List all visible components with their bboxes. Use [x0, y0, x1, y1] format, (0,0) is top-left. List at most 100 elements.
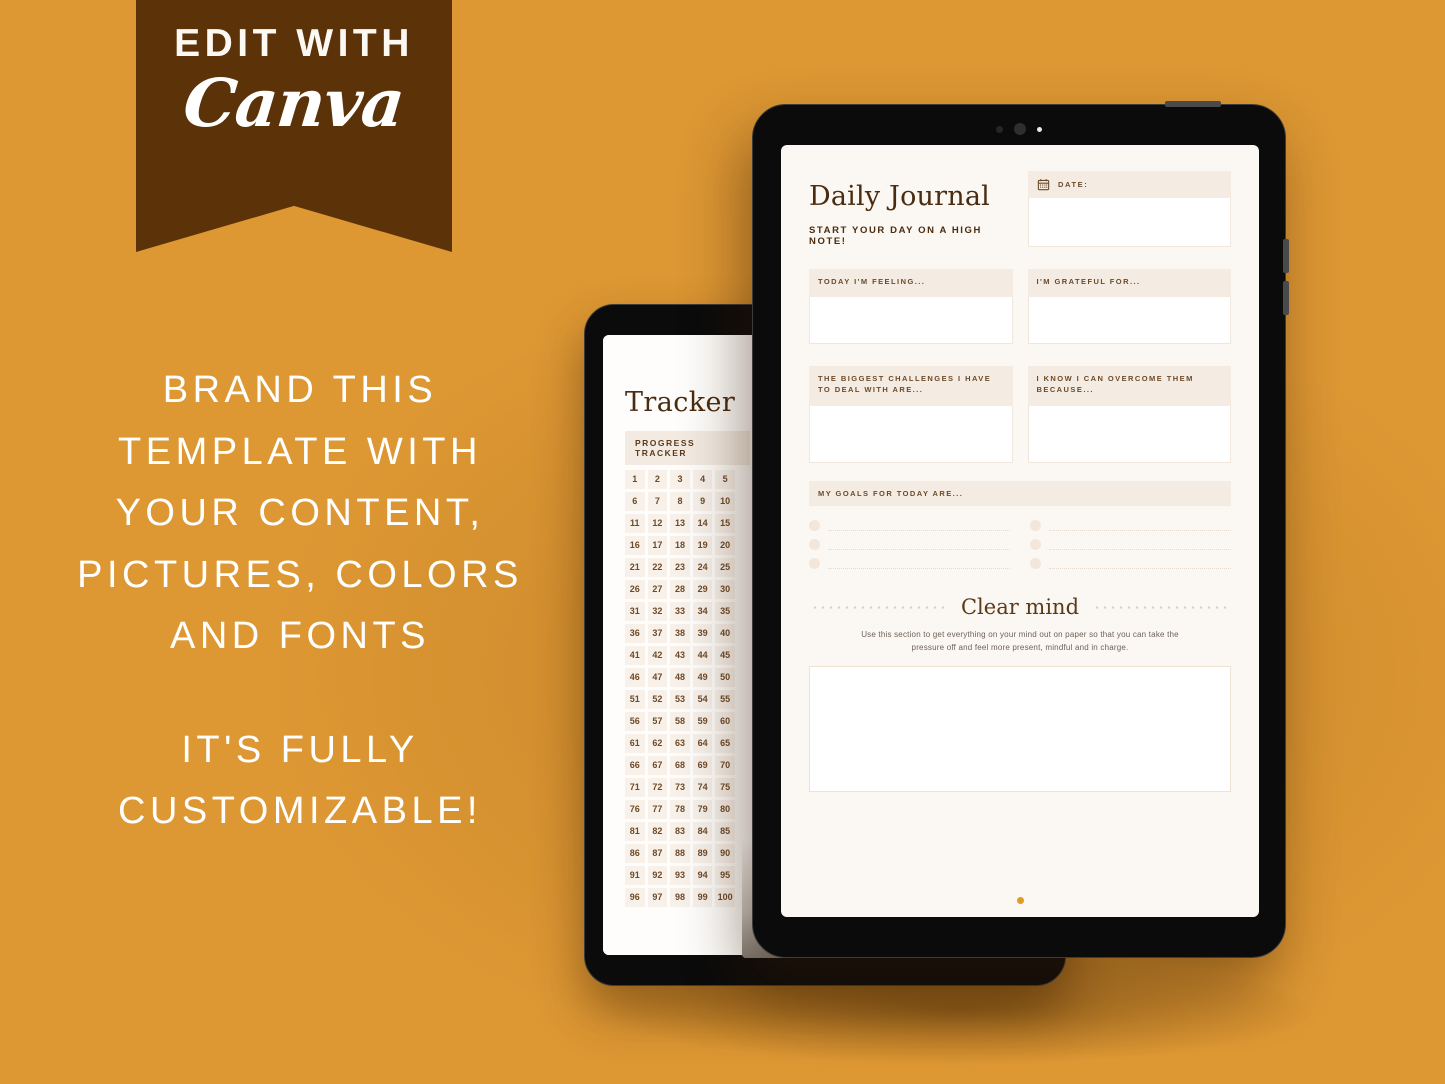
- date-field[interactable]: DATE:: [1028, 171, 1231, 247]
- tracker-cell[interactable]: 80: [715, 800, 735, 819]
- goal-input-line[interactable]: [1049, 540, 1231, 550]
- goal-input-line[interactable]: [828, 521, 1010, 531]
- goal-input-line[interactable]: [1049, 559, 1231, 569]
- clear-mind-note-area[interactable]: [809, 666, 1231, 793]
- tracker-cell[interactable]: 48: [670, 668, 690, 687]
- tracker-cell[interactable]: 65: [715, 734, 735, 753]
- goal-checkbox-icon[interactable]: [809, 539, 820, 550]
- tracker-cell[interactable]: 90: [715, 844, 735, 863]
- tracker-cell[interactable]: 10: [715, 492, 735, 511]
- tracker-cell[interactable]: 59: [692, 712, 713, 731]
- tracker-cell[interactable]: 7: [647, 492, 668, 511]
- goal-input-line[interactable]: [1049, 521, 1231, 531]
- tracker-cell[interactable]: 13: [670, 514, 690, 533]
- tracker-cell[interactable]: 100: [715, 888, 735, 907]
- field-input-area[interactable]: [809, 297, 1013, 344]
- tracker-cell[interactable]: 43: [670, 646, 690, 665]
- tracker-cell[interactable]: 19: [692, 536, 713, 555]
- tracker-cell[interactable]: 82: [647, 822, 668, 841]
- tracker-cell[interactable]: 50: [715, 668, 735, 687]
- tracker-cell[interactable]: 58: [670, 712, 690, 731]
- tracker-cell[interactable]: 63: [670, 734, 690, 753]
- tracker-cell[interactable]: 56: [625, 712, 645, 731]
- tracker-cell[interactable]: 51: [625, 690, 645, 709]
- tracker-cell[interactable]: 84: [692, 822, 713, 841]
- field-biggest-challenges[interactable]: THE BIGGEST CHALLENGES I HAVE TO DEAL WI…: [809, 366, 1013, 463]
- tracker-cell[interactable]: 53: [670, 690, 690, 709]
- field-input-area[interactable]: [1027, 406, 1231, 463]
- tracker-cell[interactable]: 29: [692, 580, 713, 599]
- tracker-cell[interactable]: 15: [715, 514, 735, 533]
- tracker-cell[interactable]: 73: [670, 778, 690, 797]
- tracker-cell[interactable]: 16: [625, 536, 645, 555]
- tracker-cell[interactable]: 75: [715, 778, 735, 797]
- tracker-cell[interactable]: 41: [625, 646, 645, 665]
- date-input-area[interactable]: [1028, 198, 1231, 247]
- tracker-cell[interactable]: 40: [715, 624, 735, 643]
- goal-input-line[interactable]: [828, 540, 1010, 550]
- tracker-cell[interactable]: 81: [625, 822, 645, 841]
- tracker-cell[interactable]: 28: [670, 580, 690, 599]
- goal-checkbox-icon[interactable]: [809, 520, 820, 531]
- tracker-cell[interactable]: 72: [647, 778, 668, 797]
- tracker-cell[interactable]: 11: [625, 514, 645, 533]
- tracker-cell[interactable]: 99: [692, 888, 713, 907]
- tracker-cell[interactable]: 9: [692, 492, 713, 511]
- volume-up-button[interactable]: [1283, 239, 1289, 273]
- tracker-cell[interactable]: 69: [692, 756, 713, 775]
- tracker-cell[interactable]: 61: [625, 734, 645, 753]
- tracker-cell[interactable]: 62: [647, 734, 668, 753]
- tracker-cell[interactable]: 54: [692, 690, 713, 709]
- tracker-cell[interactable]: 98: [670, 888, 690, 907]
- power-button[interactable]: [1165, 101, 1221, 107]
- tracker-cell[interactable]: 88: [670, 844, 690, 863]
- tracker-cell[interactable]: 23: [670, 558, 690, 577]
- tracker-cell[interactable]: 6: [625, 492, 645, 511]
- tracker-cell[interactable]: 74: [692, 778, 713, 797]
- tracker-cell[interactable]: 4: [692, 470, 713, 489]
- tracker-cell[interactable]: 39: [692, 624, 713, 643]
- tracker-cell[interactable]: 89: [692, 844, 713, 863]
- tracker-cell[interactable]: 92: [647, 866, 668, 885]
- tracker-cell[interactable]: 45: [715, 646, 735, 665]
- field-im-grateful-for[interactable]: I'M GRATEFUL FOR...: [1027, 269, 1231, 344]
- goal-checkbox-icon[interactable]: [1030, 520, 1041, 531]
- field-today-im-feeling[interactable]: TODAY I'M FEELING...: [809, 269, 1013, 344]
- tracker-cell[interactable]: 42: [647, 646, 668, 665]
- tracker-cell[interactable]: 57: [647, 712, 668, 731]
- tracker-cell[interactable]: 55: [715, 690, 735, 709]
- tracker-cell[interactable]: 24: [692, 558, 713, 577]
- tracker-cell[interactable]: 44: [692, 646, 713, 665]
- tracker-cell[interactable]: 32: [647, 602, 668, 621]
- tracker-cell[interactable]: 97: [647, 888, 668, 907]
- tracker-cell[interactable]: 1: [625, 470, 645, 489]
- tracker-cell[interactable]: 20: [715, 536, 735, 555]
- goal-item[interactable]: [1030, 516, 1231, 535]
- field-input-area[interactable]: [1027, 297, 1231, 344]
- tracker-cell[interactable]: 22: [647, 558, 668, 577]
- goal-checkbox-icon[interactable]: [1030, 539, 1041, 550]
- goal-item[interactable]: [809, 554, 1010, 573]
- tracker-cell[interactable]: 17: [647, 536, 668, 555]
- tracker-cell[interactable]: 27: [647, 580, 668, 599]
- tracker-cell[interactable]: 30: [715, 580, 735, 599]
- tracker-cell[interactable]: 3: [670, 470, 690, 489]
- tablet-front[interactable]: Daily Journal START YOUR DAY ON A HIGH N…: [752, 101, 1289, 958]
- tracker-cell[interactable]: 37: [647, 624, 668, 643]
- tracker-cell[interactable]: 25: [715, 558, 735, 577]
- tracker-cell[interactable]: 2: [647, 470, 668, 489]
- tracker-cell[interactable]: 36: [625, 624, 645, 643]
- tracker-cell[interactable]: 96: [625, 888, 645, 907]
- tracker-cell[interactable]: 34: [692, 602, 713, 621]
- tracker-cell[interactable]: 66: [625, 756, 645, 775]
- tracker-cell[interactable]: 86: [625, 844, 645, 863]
- tracker-cell[interactable]: 21: [625, 558, 645, 577]
- goal-item[interactable]: [1030, 554, 1231, 573]
- tracker-cell[interactable]: 91: [625, 866, 645, 885]
- tracker-cell[interactable]: 18: [670, 536, 690, 555]
- tracker-cell[interactable]: 47: [647, 668, 668, 687]
- tracker-cell[interactable]: 93: [670, 866, 690, 885]
- tracker-cell[interactable]: 12: [647, 514, 668, 533]
- goal-item[interactable]: [1030, 535, 1231, 554]
- tracker-cell[interactable]: 64: [692, 734, 713, 753]
